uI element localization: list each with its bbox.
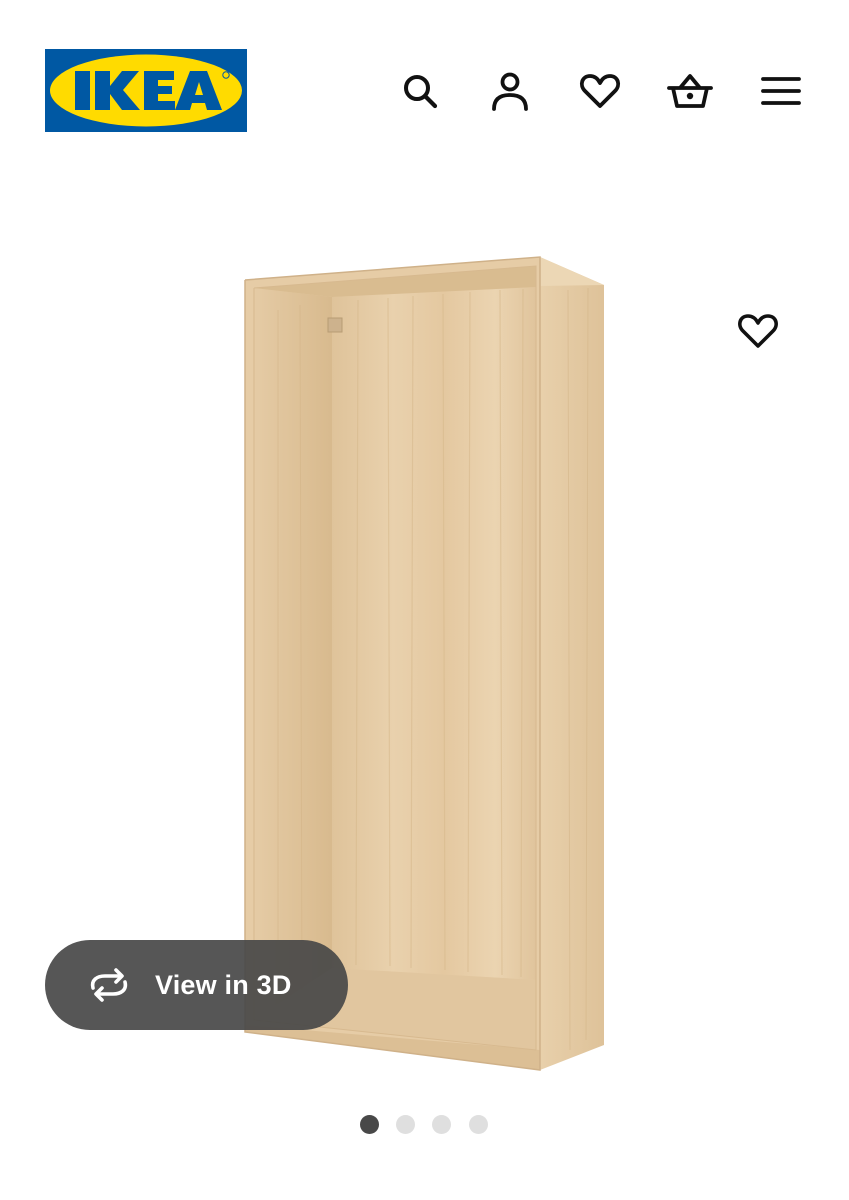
carousel-dot-1[interactable]	[360, 1115, 379, 1134]
header-icon-bar	[392, 68, 812, 114]
carousel-dot-3[interactable]	[432, 1115, 451, 1134]
account-icon	[492, 72, 528, 111]
add-to-favourites-button[interactable]	[735, 310, 781, 352]
carousel-dot-4[interactable]	[469, 1115, 488, 1134]
site-header	[0, 0, 849, 180]
view-in-3d-button[interactable]: View in 3D	[45, 940, 348, 1030]
product-page: View in 3D	[0, 0, 849, 1200]
view-in-3d-label: View in 3D	[155, 969, 292, 1000]
ikea-logo-mark	[45, 49, 247, 132]
search-button[interactable]	[397, 68, 443, 114]
favourites-button[interactable]	[577, 68, 623, 114]
image-carousel-indicator	[360, 1115, 500, 1135]
menu-button[interactable]	[758, 68, 804, 114]
heart-icon	[579, 74, 621, 108]
hamburger-menu-icon	[761, 77, 801, 105]
ikea-logo[interactable]	[45, 49, 247, 132]
rotate-arrows-icon	[85, 967, 133, 1003]
shopping-basket-icon	[667, 74, 713, 108]
shopping-basket-button[interactable]	[667, 68, 713, 114]
account-button[interactable]	[487, 68, 533, 114]
carousel-dot-2[interactable]	[396, 1115, 415, 1134]
heart-icon	[738, 314, 778, 348]
search-icon	[404, 75, 438, 109]
